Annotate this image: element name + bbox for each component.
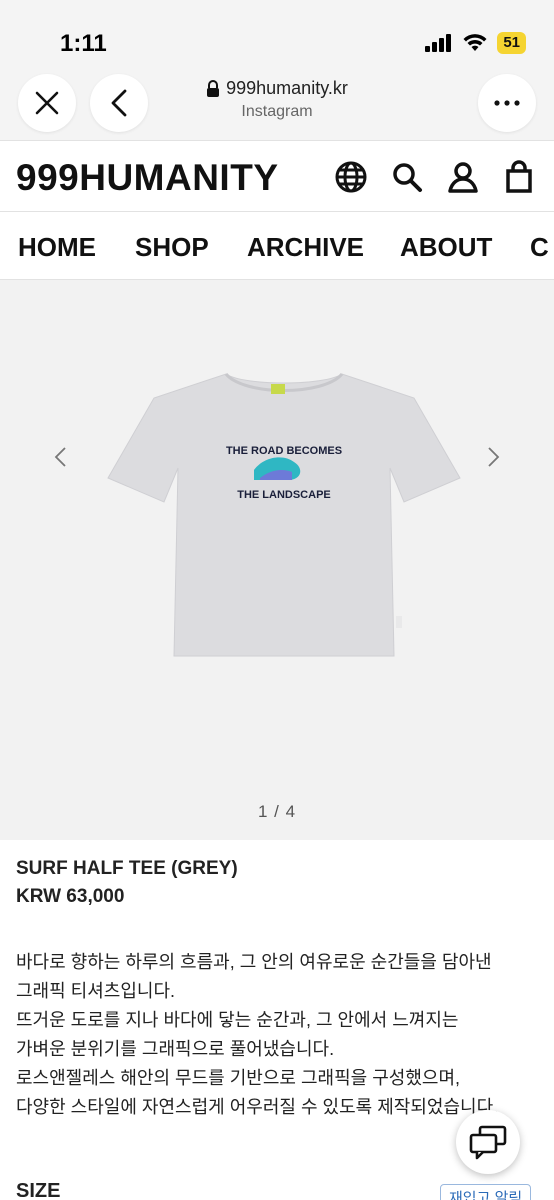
- status-bar: 1:11 51: [0, 0, 554, 70]
- description-line: 바다로 향하는 하루의 흐름과, 그 안의 여유로운 순간들을 담아낸: [16, 952, 492, 972]
- nav-about[interactable]: ABOUT: [400, 232, 492, 263]
- close-button[interactable]: [18, 74, 76, 132]
- print-line-2: THE LANDSCAPE: [237, 489, 331, 501]
- nav-shop[interactable]: SHOP: [135, 232, 209, 263]
- back-button[interactable]: [90, 74, 148, 132]
- header-icons: [334, 160, 536, 194]
- description-line: 가벼운 분위기를 그래픽으로 풀어냈습니다.: [16, 1039, 335, 1059]
- product-name: SURF HALF TEE (GREY): [16, 858, 238, 879]
- lock-icon: [207, 79, 220, 97]
- search-icon[interactable]: [390, 160, 424, 194]
- more-button[interactable]: [478, 74, 536, 132]
- description-line: 뜨거운 도로를 지나 바다에 닿는 순간과, 그 안에서 느껴지는: [16, 1010, 459, 1030]
- nav-archive[interactable]: ARCHIVE: [247, 232, 364, 263]
- print-line-1: THE ROAD BECOMES: [226, 445, 342, 457]
- site-header: 999HUMANITY: [0, 140, 554, 212]
- chat-icon: [469, 1125, 507, 1160]
- user-icon[interactable]: [446, 160, 480, 194]
- wifi-icon: [463, 34, 487, 51]
- product-price: KRW 63,000: [16, 886, 125, 907]
- image-counter: 1 / 4: [257, 802, 297, 821]
- browser-bar: 999humanity.kr Instagram: [0, 70, 554, 140]
- nav-home[interactable]: HOME: [18, 232, 96, 263]
- chevron-left-icon: [111, 89, 127, 117]
- bag-icon[interactable]: [502, 160, 536, 194]
- main-nav: HOME SHOP ARCHIVE ABOUT C: [0, 212, 554, 280]
- chat-button[interactable]: [456, 1110, 520, 1174]
- description-line: 다양한 스타일에 자연스럽게 어우러질 수 있도록 제작되었습니다.: [16, 1097, 499, 1117]
- url-box[interactable]: 999humanity.kr Instagram: [170, 78, 384, 121]
- signal-icon: [425, 34, 452, 52]
- chevron-right-icon[interactable]: [482, 446, 504, 468]
- description-line: 로스앤젤레스 해안의 무드를 기반으로 그래픽을 구성했으며,: [16, 1068, 461, 1088]
- battery-indicator: 51: [497, 32, 526, 54]
- product-image[interactable]: THE ROAD BECOMES THE LANDSCAPE: [104, 356, 464, 666]
- globe-icon[interactable]: [334, 160, 368, 194]
- status-icons: 51: [425, 32, 526, 54]
- product-description: 바다로 향하는 하루의 흐름과, 그 안의 여유로운 순간들을 담아낸 그래픽 …: [16, 948, 540, 1122]
- status-time: 1:11: [60, 30, 107, 57]
- url-text: 999humanity.kr: [226, 78, 348, 98]
- close-icon: [35, 91, 59, 115]
- restock-button[interactable]: 재입고 알림: [440, 1184, 532, 1200]
- nav-contact[interactable]: C: [530, 232, 549, 263]
- url-source: Instagram: [241, 103, 313, 120]
- chevron-left-icon[interactable]: [50, 446, 72, 468]
- more-icon: [494, 100, 520, 106]
- product-gallery: THE ROAD BECOMES THE LANDSCAPE 1 / 4: [0, 280, 554, 840]
- size-label: SIZE: [16, 1180, 61, 1200]
- description-line: 그래픽 티셔츠입니다.: [16, 981, 176, 1001]
- tee-shape: [107, 373, 461, 657]
- site-logo[interactable]: 999HUMANITY: [16, 157, 279, 199]
